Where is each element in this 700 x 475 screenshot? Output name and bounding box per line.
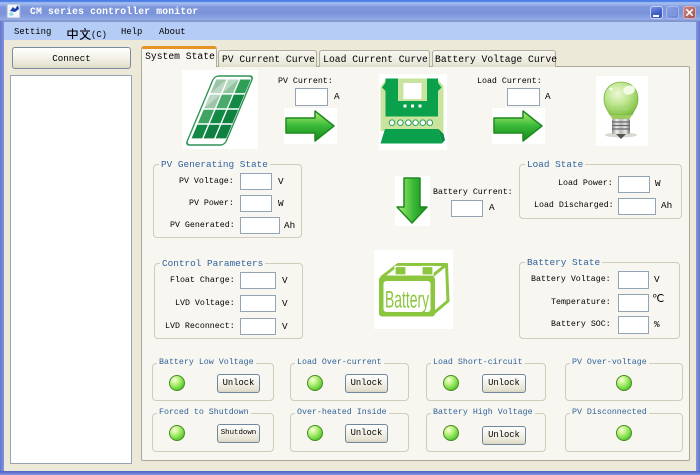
svg-text:Battery: Battery <box>385 287 429 314</box>
